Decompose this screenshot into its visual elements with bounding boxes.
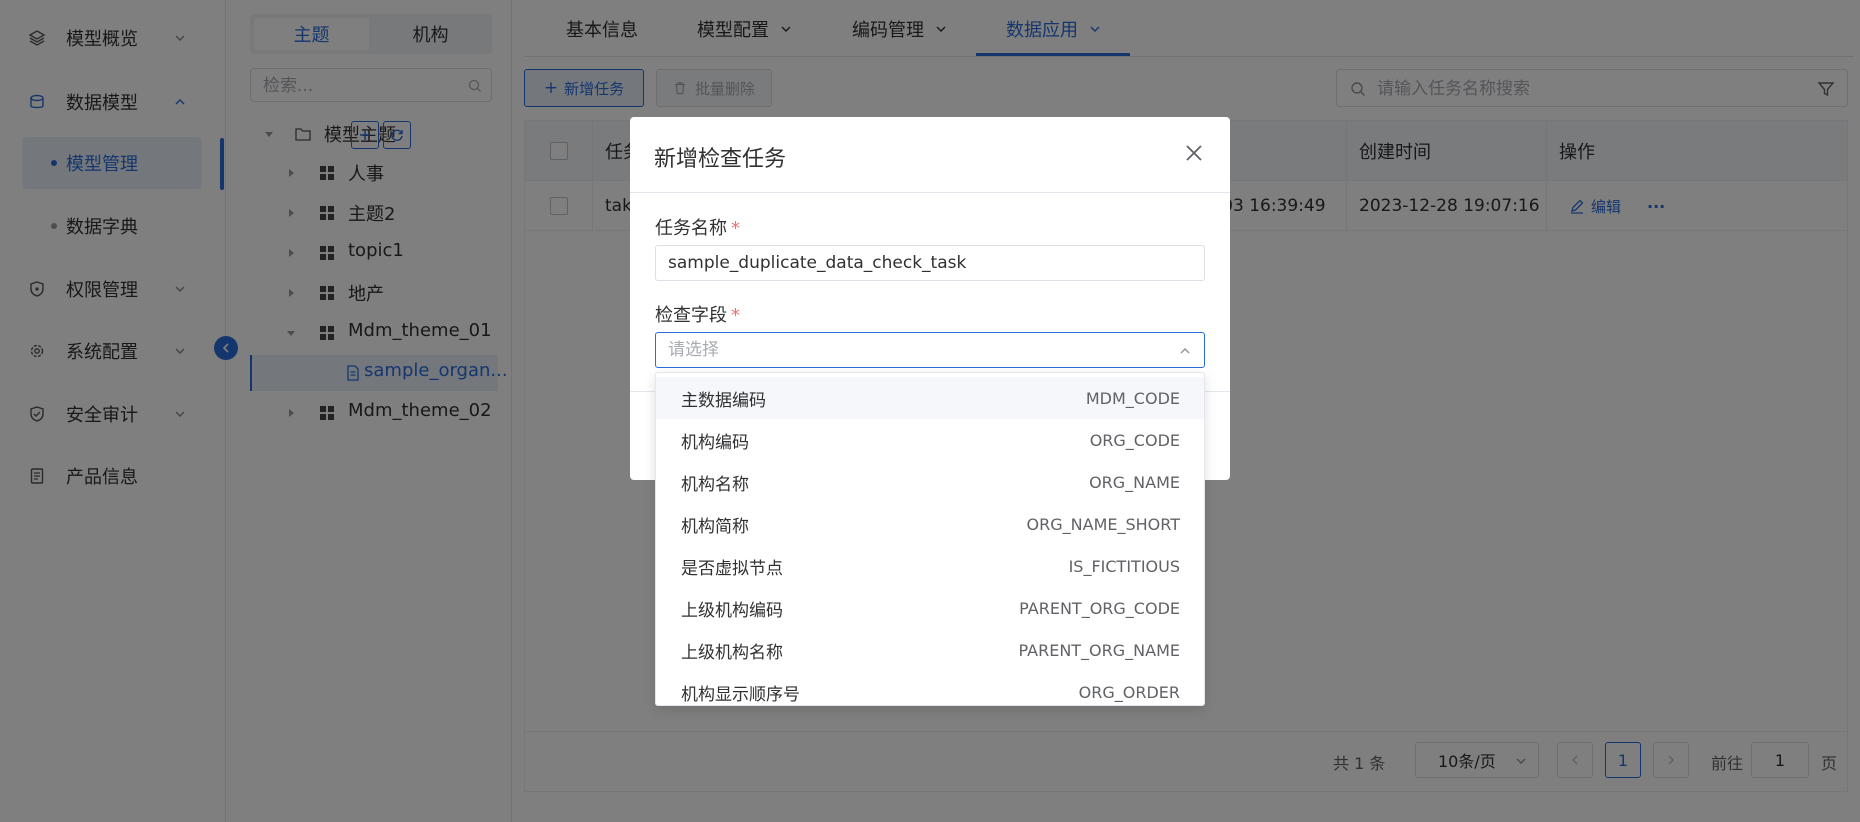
option-label: 机构简称 [681,516,749,537]
required-mark: * [731,305,740,326]
option-code: PARENT_ORG_CODE [1019,598,1180,618]
option-label: 机构显示顺序号 [681,684,800,705]
dropdown-option[interactable]: 上级机构编码 PARENT_ORG_CODE [656,587,1204,629]
option-code: ORG_NAME_SHORT [1026,514,1180,534]
option-code: ORG_ORDER [1078,682,1180,702]
option-code: ORG_NAME [1089,472,1180,492]
check-field-label-text: 检查字段 [655,305,727,326]
dropdown-option[interactable]: 机构简称 ORG_NAME_SHORT [656,503,1204,545]
dropdown-option[interactable]: 上级机构名称 PARENT_ORG_NAME [656,629,1204,671]
option-code: ORG_CODE [1089,430,1180,450]
dialog-title: 新增检查任务 [654,147,787,172]
option-label: 主数据编码 [681,390,766,411]
task-name-field [655,245,1205,281]
option-code: PARENT_ORG_NAME [1018,640,1180,660]
dropdown-option[interactable]: 机构名称 ORG_NAME [656,461,1204,503]
option-label: 机构编码 [681,432,749,453]
dialog-divider [630,192,1230,193]
required-mark: * [731,218,740,239]
dropdown-option[interactable]: 主数据编码 MDM_CODE [656,377,1204,419]
check-field-select[interactable] [655,332,1205,368]
check-field-label: 检查字段 * [655,301,740,327]
task-name-label: 任务名称 * [655,214,740,240]
close-icon[interactable] [1182,141,1206,165]
option-label: 机构名称 [681,474,749,495]
dropdown-option[interactable]: 机构编码 ORG_CODE [656,419,1204,461]
task-name-label-text: 任务名称 [655,218,727,239]
check-field-input[interactable] [668,340,1188,360]
chevron-up-icon [1180,348,1190,354]
option-label: 上级机构名称 [681,642,783,663]
option-label: 是否虚拟节点 [681,558,783,579]
option-code: MDM_CODE [1085,388,1180,408]
dropdown-option[interactable]: 是否虚拟节点 IS_FICTITIOUS [656,545,1204,587]
option-label: 上级机构编码 [681,600,783,621]
option-code: IS_FICTITIOUS [1068,556,1180,576]
check-field-dropdown: 主数据编码 MDM_CODE 机构编码 ORG_CODE 机构名称 ORG_NA… [655,372,1205,706]
task-name-input[interactable] [668,253,1188,273]
dropdown-option[interactable]: 机构显示顺序号 ORG_ORDER [656,671,1204,705]
